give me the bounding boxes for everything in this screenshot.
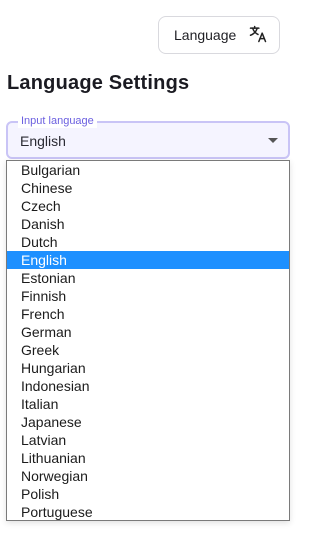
language-option[interactable]: Lithuanian — [7, 449, 289, 467]
language-option[interactable]: Latvian — [7, 431, 289, 449]
language-option[interactable]: Japanese — [7, 413, 289, 431]
language-option[interactable]: Estonian — [7, 269, 289, 287]
language-option[interactable]: Bulgarian — [7, 161, 289, 179]
caret-down-icon — [268, 138, 278, 143]
input-language-value: English — [20, 133, 66, 149]
page-title: Language Settings — [7, 72, 190, 94]
input-language-label: Input language — [18, 114, 97, 128]
language-option[interactable]: Polish — [7, 485, 289, 503]
language-option[interactable]: Portuguese — [7, 503, 289, 520]
language-dropdown-list[interactable]: Bulgarian Chinese Czech Danish Dutch English E… — [6, 160, 290, 521]
language-option[interactable]: Hungarian — [7, 359, 289, 377]
language-option[interactable]: Dutch — [7, 233, 289, 251]
language-button-label: Language — [174, 27, 237, 43]
language-option[interactable]: French — [7, 305, 289, 323]
language-option[interactable]: Indonesian — [7, 377, 289, 395]
language-option[interactable]: Czech — [7, 197, 289, 215]
language-option[interactable]: Greek — [7, 341, 289, 359]
language-button[interactable]: Language — [158, 16, 280, 54]
language-option[interactable]: German — [7, 323, 289, 341]
language-option[interactable]: Chinese — [7, 179, 289, 197]
translate-icon — [248, 24, 268, 47]
language-option[interactable]: Finnish — [7, 287, 289, 305]
language-option[interactable]: Danish — [7, 215, 289, 233]
language-option[interactable]: Norwegian — [7, 467, 289, 485]
input-language-select[interactable]: Input language English — [6, 114, 290, 159]
language-option[interactable]: English — [7, 251, 289, 269]
language-option[interactable]: Italian — [7, 395, 289, 413]
